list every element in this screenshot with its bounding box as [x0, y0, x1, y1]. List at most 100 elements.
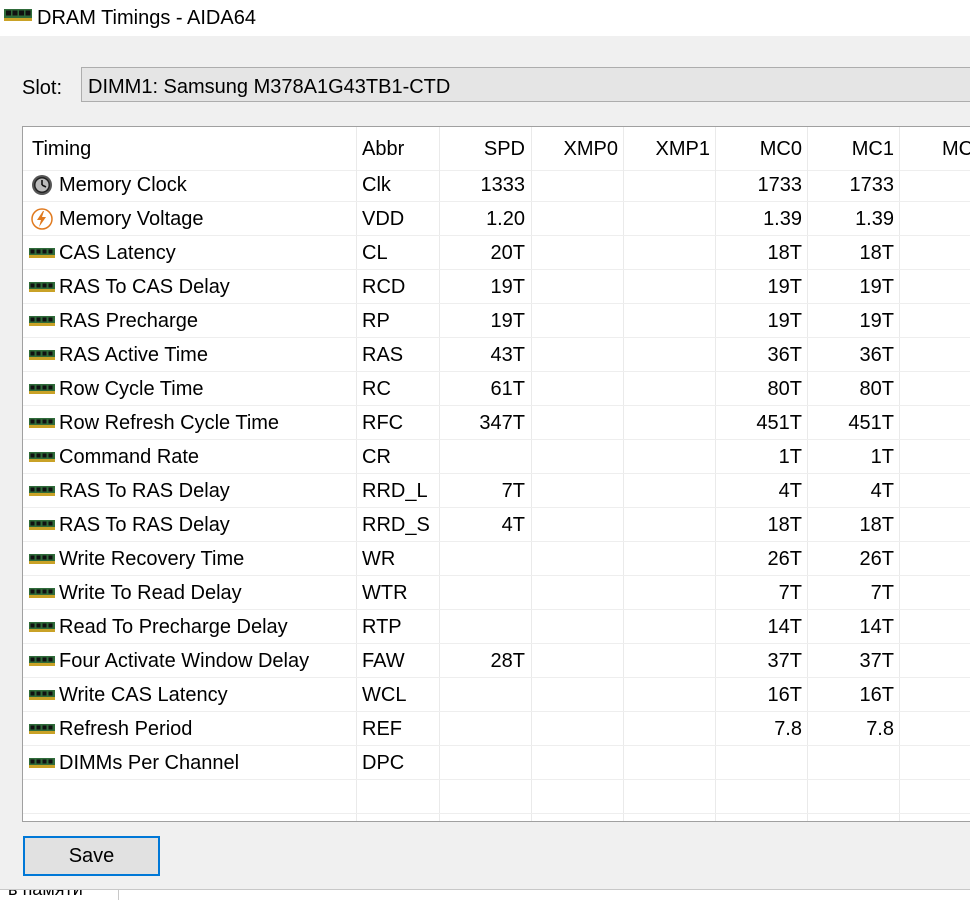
cell-abbr: WR — [362, 548, 396, 570]
table-row[interactable]: CAS Latency CL 20T 18T 18T — [23, 236, 970, 270]
cell-mc0: 1.39 — [763, 208, 802, 230]
cell-spd: 43T — [490, 344, 525, 366]
voltage-icon — [29, 208, 55, 230]
cell-mc1: 37T — [859, 650, 894, 672]
cell-mc1: 19T — [859, 310, 894, 332]
header-xmp1[interactable]: XMP1 — [624, 127, 710, 171]
cell-spd — [440, 542, 525, 576]
cell-timing: RAS To CAS Delay — [59, 276, 230, 298]
cell-mc0: 19T — [767, 310, 802, 332]
cell-mc0: 451T — [756, 412, 802, 434]
cell-spd: 19T — [490, 276, 525, 298]
cell-mc0: 7.8 — [774, 718, 802, 740]
cell-timing: Memory Voltage — [59, 208, 204, 230]
cell-xmp1 — [624, 576, 710, 610]
table-row[interactable]: Write CAS Latency WCL 16T 16T — [23, 678, 970, 712]
cell-timing: DIMMs Per Channel — [59, 752, 240, 774]
cell-spd: 28T — [490, 650, 525, 672]
header-mc1[interactable]: MC1 — [808, 127, 894, 171]
cell-mc0 — [716, 746, 802, 780]
cell-timing: Write CAS Latency — [59, 684, 228, 706]
cell-mc1: 4T — [870, 480, 894, 502]
table-row[interactable]: Four Activate Window Delay FAW 28T 37T 37T — [23, 644, 970, 678]
ram-icon — [29, 310, 55, 332]
cell-xmp1 — [624, 440, 710, 474]
cell-xmp1 — [624, 678, 710, 712]
cell-abbr: RAS — [362, 344, 404, 366]
background-window-strip: в памяти — [0, 889, 970, 900]
cell-mc1: 36T — [859, 344, 894, 366]
ram-icon — [29, 650, 55, 672]
cell-spd — [440, 576, 525, 610]
cell-xmp1 — [624, 542, 710, 576]
ram-icon — [29, 276, 55, 298]
header-mc2[interactable]: MC — [942, 127, 970, 171]
slot-dropdown[interactable]: DIMM1: Samsung M378A1G43TB1-CTD — [81, 67, 970, 102]
cell-mc0: 4T — [778, 480, 802, 502]
table-row[interactable]: RAS To CAS Delay RCD 19T 19T 19T — [23, 270, 970, 304]
cell-spd: 1333 — [480, 174, 526, 196]
cell-timing: Memory Clock — [59, 174, 187, 196]
cell-mc0: 7T — [778, 582, 802, 604]
save-button[interactable]: Save — [23, 836, 160, 876]
cell-mc1: 26T — [859, 548, 894, 570]
cell-mc1: 1T — [870, 446, 894, 468]
table-row[interactable]: Row Cycle Time RC 61T 80T 80T — [23, 372, 970, 406]
table-row[interactable]: Memory Clock Clk 1333 1733 1733 — [23, 168, 970, 202]
cell-mc0: 1733 — [757, 174, 803, 196]
ram-icon — [29, 480, 55, 502]
cell-abbr: RRD_S — [362, 514, 430, 536]
cell-timing: Refresh Period — [59, 718, 193, 740]
cell-spd: 20T — [490, 242, 525, 264]
table-row[interactable]: Row Refresh Cycle Time RFC 347T 451T 451T — [23, 406, 970, 440]
table-row[interactable]: Write To Read Delay WTR 7T 7T — [23, 576, 970, 610]
cell-mc1: 19T — [859, 276, 894, 298]
cell-xmp0 — [532, 576, 618, 610]
cell-xmp0 — [532, 236, 618, 270]
table-row[interactable]: DIMMs Per Channel DPC — [23, 746, 970, 780]
header-abbr[interactable]: Abbr — [362, 127, 404, 171]
ram-icon — [29, 446, 55, 468]
cell-xmp0 — [532, 372, 618, 406]
ram-icon — [29, 582, 55, 604]
cell-abbr: Clk — [362, 174, 391, 196]
table-row[interactable]: Command Rate CR 1T 1T — [23, 440, 970, 474]
table-row[interactable]: Memory Voltage VDD 1.20 1.39 1.39 — [23, 202, 970, 236]
cell-timing: Command Rate — [59, 446, 200, 468]
table-row[interactable]: RAS Active Time RAS 43T 36T 36T — [23, 338, 970, 372]
timings-table[interactable]: Timing Abbr SPD XMP0 XMP1 MC0 MC1 MC Mem… — [22, 126, 970, 822]
background-text: в памяти — [8, 889, 83, 899]
table-row[interactable]: RAS To RAS Delay RRD_S 4T 18T 18T — [23, 508, 970, 542]
table-header: Timing Abbr SPD XMP0 XMP1 MC0 MC1 MC — [23, 127, 970, 171]
slot-label: Slot: — [22, 77, 63, 99]
table-row[interactable]: RAS Precharge RP 19T 19T 19T — [23, 304, 970, 338]
header-timing[interactable]: Timing — [32, 127, 91, 171]
header-mc0[interactable]: MC0 — [716, 127, 802, 171]
header-xmp0[interactable]: XMP0 — [532, 127, 618, 171]
cell-timing: Four Activate Window Delay — [59, 650, 310, 672]
empty-row — [23, 780, 970, 814]
cell-xmp0 — [532, 712, 618, 746]
table-row[interactable]: Write Recovery Time WR 26T 26T — [23, 542, 970, 576]
cell-xmp1 — [624, 236, 710, 270]
cell-xmp0 — [532, 542, 618, 576]
cell-xmp0 — [532, 644, 618, 678]
cell-timing: Write To Read Delay — [59, 582, 242, 604]
header-spd[interactable]: SPD — [440, 127, 525, 171]
cell-mc0: 80T — [767, 378, 802, 400]
cell-xmp0 — [532, 168, 618, 202]
table-row[interactable]: RAS To RAS Delay RRD_L 7T 4T 4T — [23, 474, 970, 508]
table-row[interactable]: Read To Precharge Delay RTP 14T 14T — [23, 610, 970, 644]
ram-icon — [29, 684, 55, 706]
ram-icon — [29, 378, 55, 400]
cell-abbr: RFC — [362, 412, 404, 434]
table-row[interactable]: Refresh Period REF 7.8 7.8 — [23, 712, 970, 746]
cell-xmp0 — [532, 678, 618, 712]
cell-mc1: 18T — [859, 514, 894, 536]
cell-xmp0 — [532, 474, 618, 508]
cell-xmp1 — [624, 406, 710, 440]
cell-mc1: 18T — [859, 242, 894, 264]
cell-mc0: 14T — [767, 616, 802, 638]
cell-xmp0 — [532, 304, 618, 338]
cell-xmp0 — [532, 508, 618, 542]
